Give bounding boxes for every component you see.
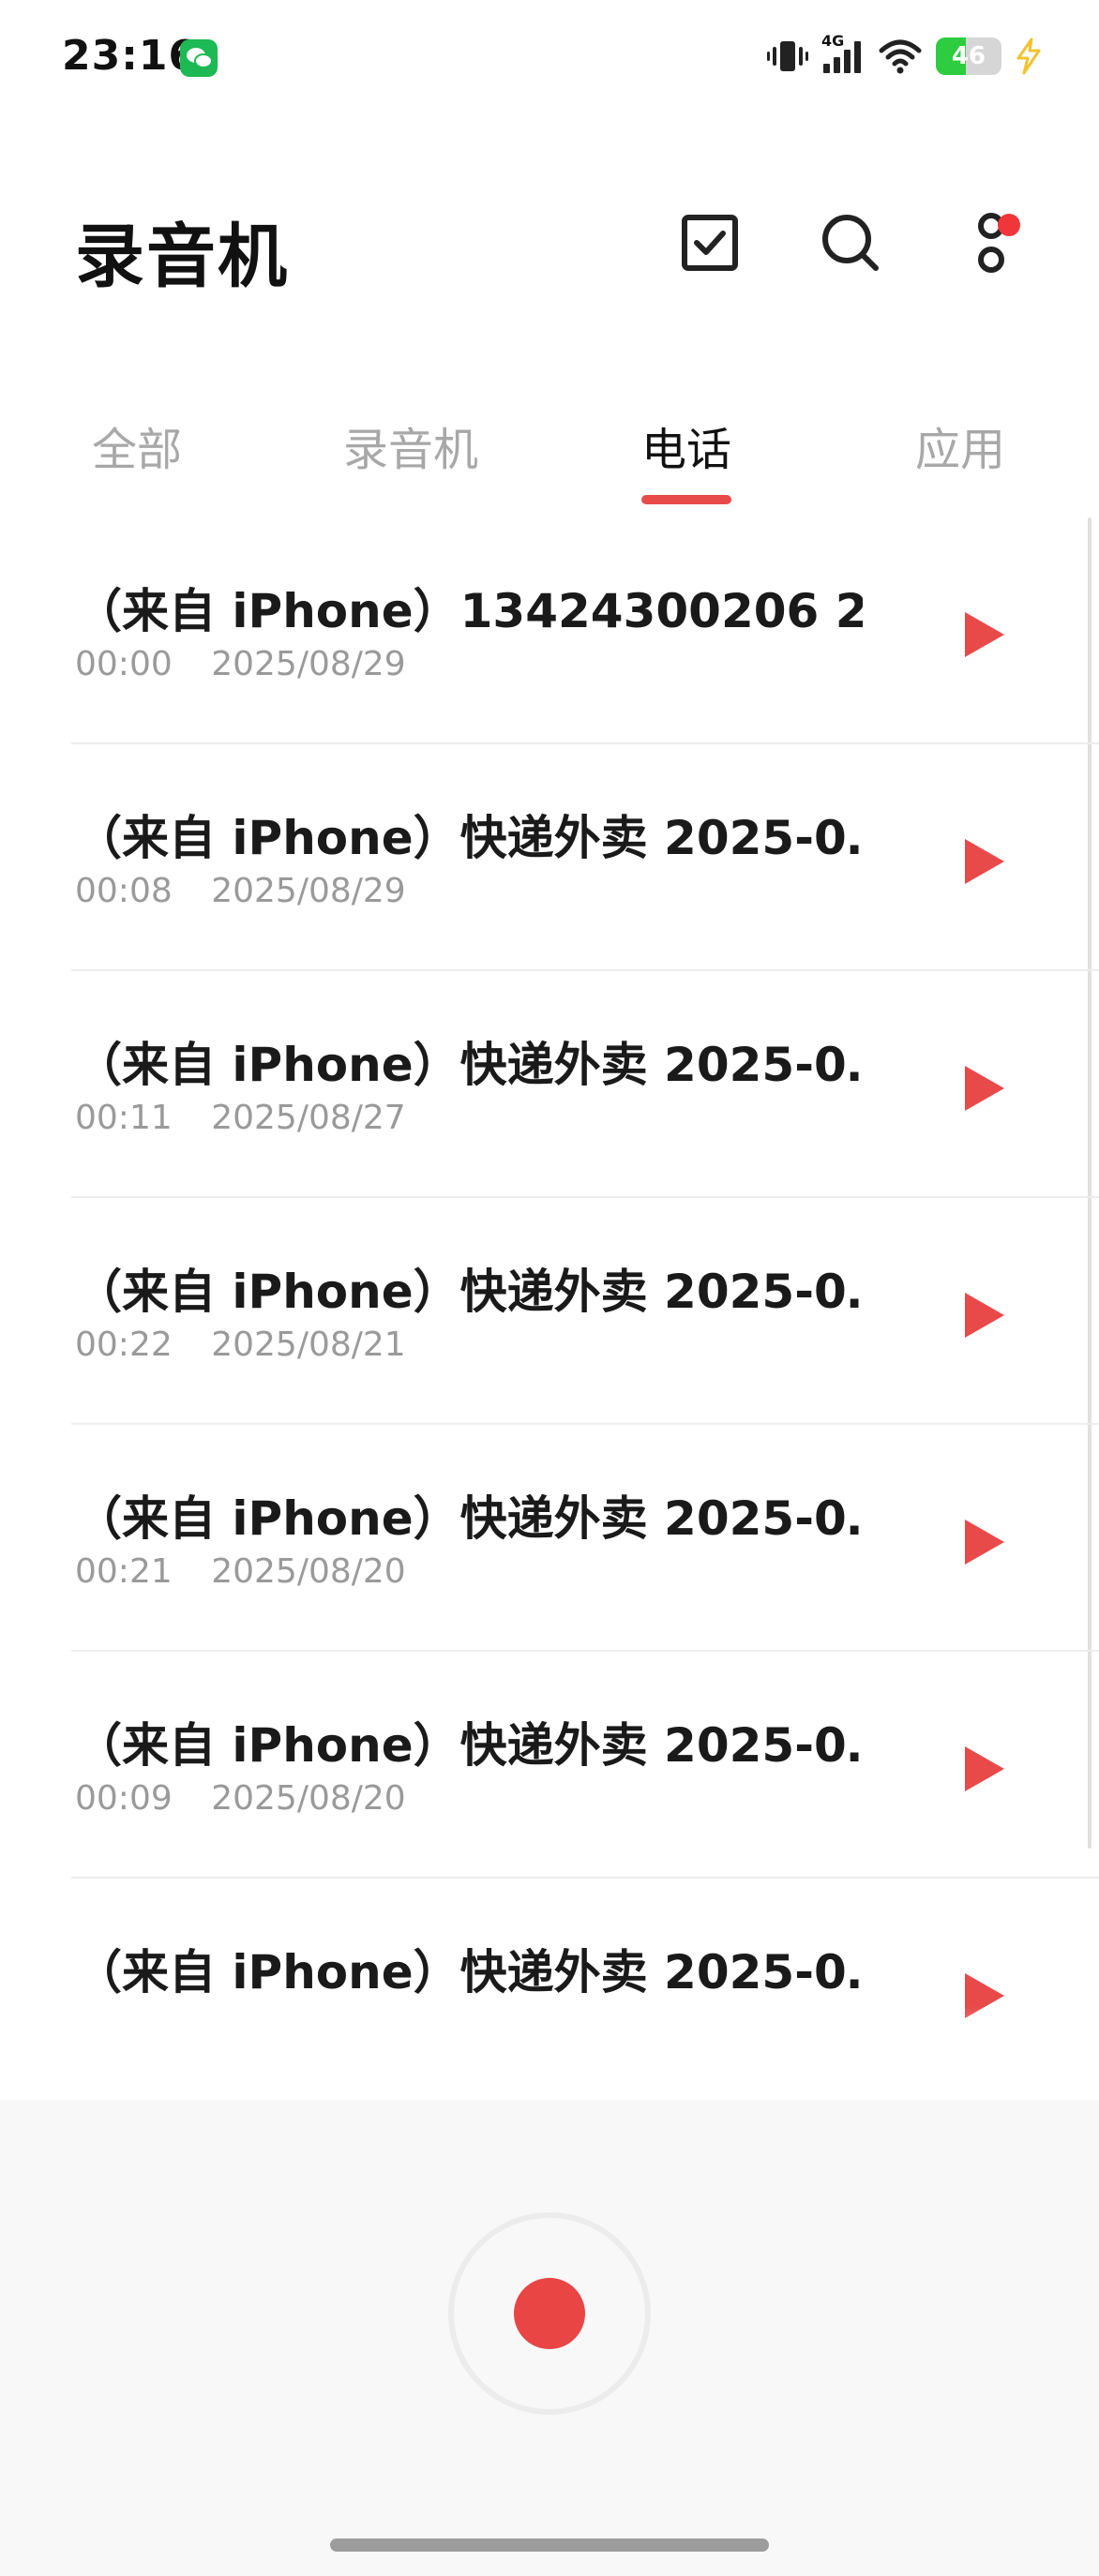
recording-duration: 00:21 xyxy=(75,1552,173,1591)
recording-meta: 00:00 2025/08/29 xyxy=(75,645,406,683)
list-item[interactable]: （来自 iPhone）快递外卖 2025-0… 00:09 2025/08/20 xyxy=(0,1652,1099,1879)
recording-meta: 00:22 2025/08/21 xyxy=(75,1325,406,1364)
battery-level: 46 xyxy=(951,42,986,70)
tab-apps[interactable]: 应用 xyxy=(915,412,1005,478)
charging-bolt-icon xyxy=(1015,37,1043,75)
recording-duration: 00:09 xyxy=(75,1779,173,1818)
search-button[interactable] xyxy=(808,202,893,287)
signal-icon: 4G xyxy=(821,32,865,75)
play-icon xyxy=(965,1746,1004,1791)
recording-meta: 00:21 2025/08/20 xyxy=(75,1552,406,1591)
play-button[interactable] xyxy=(956,1736,1013,1802)
status-bar: 23:16 4G 46 xyxy=(0,0,1099,112)
list-item[interactable]: （来自 iPhone）13424300206 2… 00:00 2025/08/… xyxy=(0,517,1099,744)
recording-date: 2025/08/20 xyxy=(211,1552,406,1591)
recording-date: 2025/08/27 xyxy=(211,1099,406,1137)
record-button[interactable] xyxy=(448,2212,651,2415)
recording-title: （来自 iPhone）快递外卖 2025-0… xyxy=(75,811,863,865)
recording-duration: 00:00 xyxy=(75,645,173,683)
recording-title: （来自 iPhone）13424300206 2… xyxy=(75,584,863,638)
list-fade-overlay xyxy=(0,2006,1099,2100)
recording-date: 2025/08/20 xyxy=(211,1779,406,1818)
list-item[interactable]: （来自 iPhone）快递外卖 2025-0… 00:08 2025/08/29 xyxy=(0,744,1099,971)
status-time: 23:16 xyxy=(62,32,199,80)
tab-recorder[interactable]: 录音机 xyxy=(343,412,478,478)
recording-date: 2025/08/29 xyxy=(211,872,406,910)
play-icon xyxy=(965,839,1004,884)
battery-indicator: 46 xyxy=(936,37,1001,75)
play-icon xyxy=(965,1293,1004,1338)
recording-list[interactable]: （来自 iPhone）13424300206 2… 00:00 2025/08/… xyxy=(0,517,1099,2102)
play-icon xyxy=(965,612,1004,657)
app-header: 录音机 xyxy=(0,169,1099,319)
notification-dot xyxy=(998,214,1020,236)
record-panel xyxy=(0,2100,1099,2576)
list-item[interactable]: （来自 iPhone）快递外卖 2025-0… 00:21 2025/08/20 xyxy=(0,1425,1099,1652)
network-type-label: 4G xyxy=(821,32,845,50)
play-icon xyxy=(965,1520,1004,1565)
recording-date: 2025/08/29 xyxy=(211,645,406,683)
recording-meta: 00:11 2025/08/27 xyxy=(75,1099,406,1137)
recording-title: （来自 iPhone）快递外卖 2025-0… xyxy=(75,1265,863,1319)
recording-date: 2025/08/21 xyxy=(211,1325,406,1364)
recording-title: （来自 iPhone）快递外卖 2025-0… xyxy=(75,1038,863,1092)
play-icon xyxy=(965,1066,1004,1111)
tab-active-indicator xyxy=(641,495,732,504)
more-options-button[interactable] xyxy=(949,202,1033,287)
recording-duration: 00:11 xyxy=(75,1099,173,1137)
wifi-icon xyxy=(878,37,923,75)
recording-meta: 00:08 2025/08/29 xyxy=(75,872,406,910)
play-button[interactable] xyxy=(956,829,1013,894)
status-icons: 4G 46 xyxy=(767,32,1043,79)
tab-phone-label: 电话 xyxy=(641,424,732,476)
recording-title: （来自 iPhone）快递外卖 2025-0… xyxy=(75,1718,863,1773)
checkbox-icon xyxy=(680,213,740,277)
play-button[interactable] xyxy=(956,602,1013,667)
recording-title: （来自 iPhone）快递外卖 2025-0… xyxy=(75,1491,863,1546)
recording-duration: 00:22 xyxy=(75,1325,173,1364)
vibrate-icon xyxy=(767,37,808,75)
select-button[interactable] xyxy=(668,202,752,287)
record-icon xyxy=(514,2278,585,2349)
play-button[interactable] xyxy=(956,1509,1013,1575)
list-item[interactable]: （来自 iPhone）快递外卖 2025-0… 00:11 2025/08/27 xyxy=(0,971,1099,1198)
home-indicator[interactable] xyxy=(330,2539,769,2552)
recording-meta: 00:09 2025/08/20 xyxy=(75,1779,406,1818)
page-title: 录音机 xyxy=(75,217,289,297)
recording-title: （来自 iPhone）快递外卖 2025-0… xyxy=(75,1945,863,1999)
play-button[interactable] xyxy=(956,1282,1013,1348)
tab-bar: 全部 录音机 电话 应用 xyxy=(0,403,1099,504)
tab-all[interactable]: 全部 xyxy=(92,412,182,478)
tab-phone[interactable]: 电话 xyxy=(641,412,732,504)
list-item[interactable]: （来自 iPhone）快递外卖 2025-0… 00:22 2025/08/21 xyxy=(0,1198,1099,1425)
play-button[interactable] xyxy=(956,1056,1013,1121)
recording-duration: 00:08 xyxy=(75,872,173,910)
search-icon xyxy=(820,212,881,277)
wechat-notification-icon xyxy=(180,39,218,77)
